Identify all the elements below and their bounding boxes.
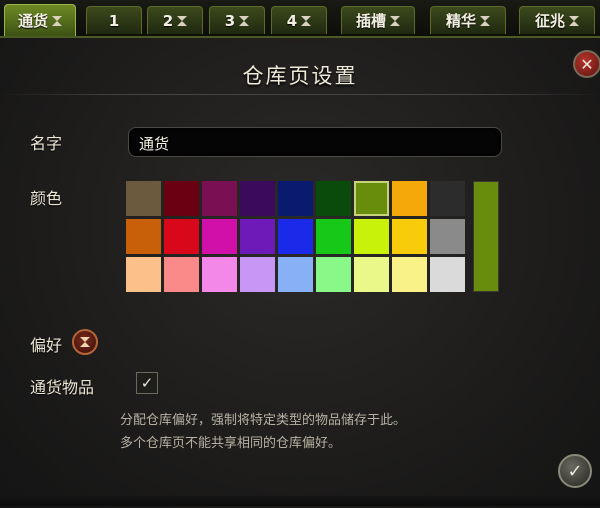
color-swatch[interactable]	[240, 257, 275, 292]
description-line-1: 分配仓库偏好，强制将特定类型的物品储存于此。	[120, 413, 407, 428]
title-divider	[0, 94, 600, 95]
stash-tab-label: 插槽	[355, 12, 386, 30]
stash-tab-1[interactable]: 通货	[4, 4, 76, 36]
stash-tab-label: 4	[286, 11, 298, 30]
color-swatch-grid	[126, 181, 465, 292]
stash-tab-label: 3	[224, 11, 236, 30]
stash-tab-2[interactable]: 1	[86, 6, 142, 34]
stash-tab-label: 2	[162, 11, 174, 30]
stash-tab-3[interactable]: 2	[147, 6, 203, 34]
color-swatch[interactable]	[392, 181, 427, 216]
hourglass-icon	[480, 15, 490, 26]
color-swatch[interactable]	[164, 181, 199, 216]
confirm-checkmark-icon: ✓	[567, 460, 583, 482]
color-swatch[interactable]	[316, 257, 351, 292]
hourglass-icon	[177, 15, 188, 26]
hourglass-icon	[52, 15, 62, 26]
confirm-button[interactable]: ✓	[558, 454, 592, 488]
name-label: 名字	[30, 134, 63, 153]
preference-hourglass-icon	[72, 329, 98, 355]
color-swatch[interactable]	[354, 181, 389, 216]
color-swatch[interactable]	[278, 181, 313, 216]
hourglass-icon	[239, 15, 250, 26]
stash-tab-6[interactable]: 插槽	[341, 6, 415, 34]
hourglass-icon	[301, 15, 312, 26]
stash-tab-label: 精华	[445, 12, 476, 30]
close-icon: ✕	[580, 54, 594, 74]
name-field-frame	[128, 127, 502, 157]
stash-tab-8[interactable]: 征兆	[519, 6, 595, 34]
stash-tab-label: 1	[108, 11, 120, 30]
color-swatch[interactable]	[164, 257, 199, 292]
hourglass-icon	[390, 15, 400, 26]
color-swatch[interactable]	[126, 181, 161, 216]
close-button[interactable]: ✕	[573, 50, 600, 78]
color-swatch[interactable]	[202, 257, 237, 292]
color-swatch[interactable]	[430, 257, 465, 292]
stash-tab-4[interactable]: 3	[209, 6, 265, 34]
color-label: 颜色	[30, 189, 63, 208]
color-swatch[interactable]	[240, 181, 275, 216]
color-swatch[interactable]	[126, 219, 161, 254]
currency-items-checkbox[interactable]: ✓	[136, 372, 158, 394]
stash-tab-5[interactable]: 4	[271, 6, 327, 34]
color-swatch[interactable]	[240, 219, 275, 254]
name-input[interactable]	[137, 131, 481, 155]
color-swatch[interactable]	[354, 219, 389, 254]
color-swatch[interactable]	[392, 257, 427, 292]
stash-tab-label: 通货	[17, 12, 48, 30]
color-swatch[interactable]	[354, 257, 389, 292]
color-swatch[interactable]	[316, 181, 351, 216]
hourglass-icon	[569, 15, 579, 26]
color-swatch[interactable]	[164, 219, 199, 254]
color-swatch[interactable]	[126, 257, 161, 292]
stash-tab-label: 征兆	[534, 12, 565, 30]
hourglass-icon	[80, 337, 90, 347]
dialog-title: 仓库页设置	[242, 64, 358, 88]
color-swatch[interactable]	[392, 219, 427, 254]
selected-color-preview	[473, 181, 499, 292]
color-swatch[interactable]	[430, 219, 465, 254]
color-swatch[interactable]	[278, 219, 313, 254]
description-line-2: 多个仓库页不能共享相同的仓库偏好。	[120, 436, 342, 451]
color-swatch[interactable]	[202, 219, 237, 254]
color-swatch[interactable]	[316, 219, 351, 254]
color-swatch[interactable]	[202, 181, 237, 216]
preference-label: 偏好	[30, 336, 63, 355]
checkmark-icon: ✓	[140, 374, 154, 392]
color-swatch[interactable]	[430, 181, 465, 216]
currency-items-label: 通货物品	[30, 378, 95, 397]
color-swatch[interactable]	[278, 257, 313, 292]
stash-tab-strip: 通货 1 2 3 4 插槽 精华 征兆	[0, 0, 600, 36]
bottom-edge	[0, 496, 600, 506]
stash-tab-7[interactable]: 精华	[430, 6, 506, 34]
